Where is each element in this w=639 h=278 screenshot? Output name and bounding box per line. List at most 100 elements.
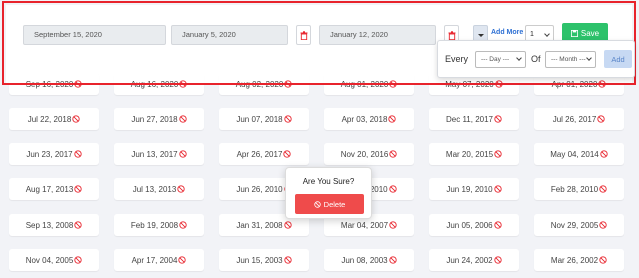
date-item[interactable]: Jun 07, 2018 <box>219 108 309 130</box>
save-button-label: Save <box>580 28 600 38</box>
date-item[interactable]: Nov 29, 2005 <box>534 214 624 236</box>
date-item-label: May 04, 2014 <box>550 149 599 159</box>
day-select[interactable]: --- Day --- <box>475 51 526 68</box>
ban-icon[interactable] <box>283 115 292 123</box>
ban-icon[interactable] <box>74 221 82 229</box>
ban-icon[interactable] <box>74 185 82 193</box>
date-input-2[interactable]: January 5, 2020 <box>171 25 288 45</box>
date-item[interactable]: Aug 16, 2020 <box>114 73 204 95</box>
ban-icon[interactable] <box>74 80 82 88</box>
date-item-label: Jun 19, 2010 <box>446 184 493 194</box>
ban-icon[interactable] <box>389 150 397 158</box>
ban-icon[interactable] <box>600 150 608 158</box>
date-item[interactable]: Mar 20, 2015 <box>429 143 519 165</box>
date-input-3[interactable]: January 12, 2020 <box>319 25 436 45</box>
ban-icon[interactable] <box>494 115 502 123</box>
date-item[interactable]: Jun 19, 2010 <box>429 178 519 200</box>
ban-icon[interactable] <box>598 80 607 88</box>
ban-icon[interactable] <box>284 80 292 88</box>
delete-date-2-button[interactable] <box>296 25 311 45</box>
date-item[interactable]: Jun 15, 2003 <box>219 249 309 271</box>
date-item[interactable]: May 04, 2014 <box>534 143 624 165</box>
ban-icon[interactable] <box>72 115 80 123</box>
ban-icon[interactable] <box>283 256 292 264</box>
ban-icon[interactable] <box>388 185 397 193</box>
every-label: Every <box>445 54 469 64</box>
recurrence-panel: Every --- Day --- Of --- Month --- Add <box>437 40 635 78</box>
date-item[interactable]: Jul 13, 2013 <box>114 178 204 200</box>
date-item[interactable]: Jun 24, 2002 <box>429 249 519 271</box>
date-item[interactable]: Sep 13, 2008 <box>9 214 99 236</box>
popover-title: Are You Sure? <box>302 177 355 186</box>
count-select-value: 1 <box>530 31 534 38</box>
chevron-down-icon <box>516 55 522 61</box>
date-item[interactable]: Jun 13, 2017 <box>114 143 204 165</box>
date-item-label: May 07, 2020 <box>445 79 494 89</box>
date-item[interactable]: Apr 03, 2018 <box>324 108 414 130</box>
date-item-label: Aug 01, 2020 <box>340 79 389 89</box>
date-item-label: Jun 26, 2010 <box>236 184 283 194</box>
trash-icon <box>448 30 455 40</box>
chevron-down-icon <box>544 31 550 37</box>
date-item-label: Mar 20, 2015 <box>445 149 494 159</box>
date-item[interactable]: Feb 19, 2008 <box>114 214 204 236</box>
date-item[interactable]: Jun 08, 2003 <box>324 249 414 271</box>
add-more-link[interactable]: Add More <box>491 29 523 36</box>
date-item-label: Feb 19, 2008 <box>130 220 179 230</box>
date-item[interactable]: Jun 27, 2018 <box>114 108 204 130</box>
ban-icon[interactable] <box>283 150 292 158</box>
ban-icon[interactable] <box>599 221 607 229</box>
date-item[interactable]: Jul 26, 2017 <box>534 108 624 130</box>
ban-icon[interactable] <box>74 256 82 264</box>
date-item-label: Sep 13, 2008 <box>25 220 74 230</box>
delete-button-label: Delete <box>323 199 346 209</box>
ban-icon[interactable] <box>283 221 292 229</box>
date-item-label: Jun 24, 2002 <box>446 255 493 265</box>
ban-icon[interactable] <box>495 80 503 88</box>
day-select-placeholder: --- Day --- <box>481 56 510 63</box>
ban-icon[interactable] <box>178 256 187 264</box>
date-item[interactable]: Aug 01, 2020 <box>324 73 414 95</box>
ban-icon[interactable] <box>73 150 82 158</box>
date-item[interactable]: Feb 28, 2010 <box>534 178 624 200</box>
ban-icon[interactable] <box>494 150 502 158</box>
ban-icon[interactable] <box>599 185 607 193</box>
date-item-label: Jun 05, 2006 <box>446 220 493 230</box>
month-select[interactable]: --- Month --- <box>545 51 596 68</box>
date-item-label: Jan 31, 2008 <box>236 220 283 230</box>
date-item[interactable]: Apr 17, 2004 <box>114 249 204 271</box>
ban-icon[interactable] <box>388 115 397 123</box>
trash-icon <box>300 30 307 40</box>
date-item[interactable]: Sep 16, 2020 <box>9 73 99 95</box>
date-item[interactable]: Dec 11, 2017 <box>429 108 519 130</box>
date-item[interactable]: Apr 26, 2017 <box>219 143 309 165</box>
ban-icon[interactable] <box>597 115 605 123</box>
date-item[interactable]: Nov 04, 2005 <box>9 249 99 271</box>
date-item[interactable]: Aug 02, 2020 <box>219 73 309 95</box>
ban-icon[interactable] <box>388 256 397 264</box>
delete-button[interactable]: Delete <box>295 194 364 214</box>
ban-icon[interactable] <box>179 80 187 88</box>
ban-icon <box>313 200 321 208</box>
date-item[interactable]: Jun 05, 2006 <box>429 214 519 236</box>
date-item[interactable]: Jul 22, 2018 <box>9 108 99 130</box>
ban-icon[interactable] <box>599 256 607 264</box>
ban-icon[interactable] <box>493 221 502 229</box>
date-item[interactable]: Nov 20, 2016 <box>324 143 414 165</box>
date-item[interactable]: Aug 17, 2013 <box>9 178 99 200</box>
ban-icon[interactable] <box>178 115 187 123</box>
ban-icon[interactable] <box>179 221 187 229</box>
ban-icon[interactable] <box>389 221 397 229</box>
date-input-1[interactable]: September 15, 2020 <box>23 25 166 45</box>
ban-icon[interactable] <box>389 80 397 88</box>
ban-icon[interactable] <box>177 185 185 193</box>
ban-icon[interactable] <box>493 185 502 193</box>
add-recurrence-button[interactable]: Add <box>604 50 632 68</box>
ban-icon[interactable] <box>493 256 502 264</box>
date-item[interactable]: Mar 26, 2002 <box>534 249 624 271</box>
date-item-label: Sep 16, 2020 <box>25 79 74 89</box>
ban-icon[interactable] <box>178 150 187 158</box>
delete-confirm-popover: Are You Sure? Delete <box>285 167 372 219</box>
date-item[interactable]: Jun 23, 2017 <box>9 143 99 165</box>
date-item-label: Mar 04, 2007 <box>340 220 389 230</box>
